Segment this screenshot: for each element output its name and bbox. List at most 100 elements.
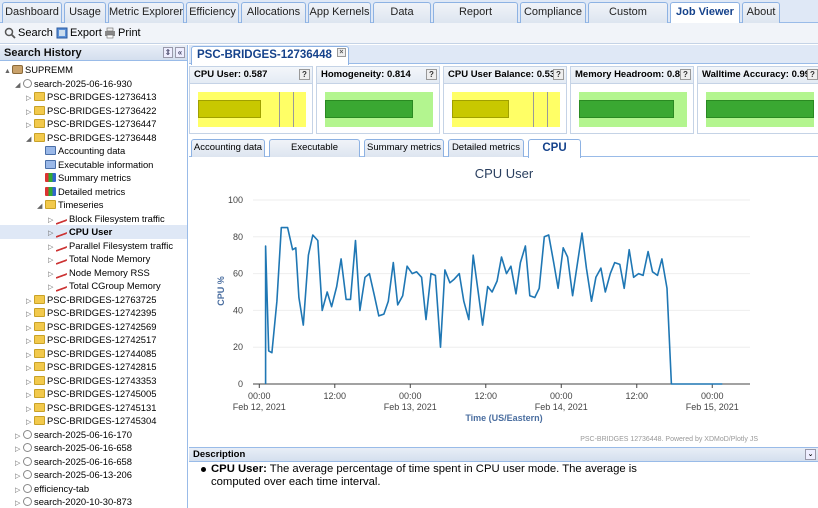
help-icon[interactable]: ? [426,69,437,80]
tree-node[interactable]: Accounting data [37,144,125,158]
gauge-fill [579,100,674,118]
tree-node[interactable]: ▷ PSC-BRIDGES-12736422 [26,104,156,118]
nav-tab-usage[interactable]: Usage [64,2,106,23]
search-icon [23,429,32,439]
nav-tab-job-viewer[interactable]: Job Viewer [670,2,740,24]
y-tick-label: 80 [233,232,243,242]
nav-tab-data-export[interactable]: Data Export [373,2,431,37]
tree-node[interactable]: ▷ PSC-BRIDGES-12745131 [26,401,156,415]
tree-node[interactable]: ▷ search-2025-06-16-170 [15,428,132,442]
subtab-summary-metrics[interactable]: Summary metrics [364,139,444,157]
tree-node-label: search-2020-10-30-873 [34,496,132,507]
tree-node[interactable]: ▷ PSC-BRIDGES-12744085 [26,347,156,361]
export-icon [56,27,68,39]
tree-node-label: Parallel Filesystem traffic [69,239,174,251]
folder-icon [34,105,45,115]
tree-node[interactable]: Detailed metrics [37,185,125,199]
x-tick-date-label: Feb 13, 2021 [384,402,437,412]
gauge-header: Memory Headroom: 0.881? [571,67,693,84]
gauge-label: Homogeneity: 0.814 [321,69,411,80]
tree-node[interactable]: ▷ Total Node Memory [48,252,150,266]
tree-node[interactable]: ▷ Parallel Filesystem traffic [48,239,173,253]
tree-node[interactable]: Executable information [37,158,153,172]
description-body: CPU User: The average percentage of time… [211,463,671,489]
nav-tab-about[interactable]: About [742,2,780,23]
nav-tab-app-kernels[interactable]: App Kernels [308,2,371,23]
pin-icon[interactable]: ⇕ [163,47,173,58]
tree-node[interactable]: ▷ PSC-BRIDGES-12742815 [26,360,156,374]
subtab-executable-information[interactable]: Executable information [269,139,360,169]
tree-node[interactable]: ▷ PSC-BRIDGES-12743353 [26,374,156,388]
tree-node[interactable]: ◢ PSC-BRIDGES-12736448 [26,131,156,145]
tree-node-label: PSC-BRIDGES-12743353 [47,374,157,386]
x-tick-date-label: Feb 14, 2021 [535,402,588,412]
collapse-chevron-icon[interactable]: ⌄ [805,449,816,460]
tree-expander-icon[interactable]: ▲ [4,65,12,79]
tree-node[interactable]: ▷ Block Filesystem traffic [48,212,165,226]
nav-tab-efficiency[interactable]: Efficiency [186,2,239,23]
nav-tab-custom-queries[interactable]: Custom Queries [588,2,668,37]
chart-icon [45,186,56,196]
export-label: Export [70,27,102,39]
gauge-header: CPU User Balance: 0.532? [444,67,566,84]
x-tick-label: 00:00 [701,391,724,401]
nav-tab-metric-explorer[interactable]: Metric Explorer [108,2,184,23]
nav-tab-dashboard[interactable]: Dashboard [2,2,62,23]
tree-node[interactable]: Summary metrics [37,171,131,185]
tree-node[interactable]: ▷ PSC-BRIDGES-12745005 [26,387,156,401]
help-icon[interactable]: ? [807,69,818,80]
tree-expander-icon[interactable]: ◢ [15,79,23,93]
tree-node-label: Detailed metrics [58,185,126,197]
nav-tab-allocations[interactable]: Allocations [241,2,306,23]
close-icon[interactable]: × [336,48,346,57]
subtab-cpu-user[interactable]: CPU User [528,139,581,170]
help-icon[interactable]: ? [299,69,310,80]
tree-node[interactable]: ▷ PSC-BRIDGES-12742569 [26,320,156,334]
tree-node[interactable]: ◢ search-2025-06-16-930 [15,77,132,91]
search-button[interactable]: Search [4,26,53,41]
tree-expander-icon[interactable]: ◢ [26,133,34,147]
subtab-detailed-metrics[interactable]: Detailed metrics [448,139,524,157]
help-icon[interactable]: ? [680,69,691,80]
tree-node[interactable]: ▷ search-2025-06-16-658 [15,441,132,455]
metric-gauge: Walltime Accuracy: 0.999? [697,66,818,134]
tree-node[interactable]: ▷ search-2025-06-16-658 [15,455,132,469]
tree-node[interactable]: ▷ PSC-BRIDGES-12742517 [26,333,156,347]
tree-node[interactable]: ◢ Timeseries [37,198,104,212]
tree-node[interactable]: ▷ PSC-BRIDGES-12736447 [26,117,156,131]
search-history-panel: Search History ⇕ « ▲ SUPREMM ◢ search-2025-… [0,45,188,508]
tree-node[interactable]: ▲ SUPREMM [4,63,73,77]
tree-node[interactable]: ▷ efficiency-tab [15,482,89,496]
collapse-icon[interactable]: « [175,47,185,58]
tree-expander-icon[interactable]: ▷ [15,497,23,508]
job-tab[interactable]: PSC-BRIDGES-12736448 × [191,46,349,65]
main-nav: Dashboard Usage Metric Explorer Efficiency A… [0,0,818,37]
subtab-accounting-data[interactable]: Accounting data [191,139,265,157]
tree-node[interactable]: ▷ search-2025-06-13-206 [15,468,132,482]
print-button[interactable]: Print [104,26,141,41]
nav-tab-compliance[interactable]: Compliance [520,2,586,23]
tree-node[interactable]: ▷ search-2020-10-30-873 [15,495,132,508]
export-button[interactable]: Export [56,26,102,41]
folder-icon [34,92,45,101]
tree-node-label: PSC-BRIDGES-12736422 [47,104,157,116]
tree-node[interactable]: ▷ Node Memory RSS [48,266,150,280]
tree-node[interactable]: ▷ CPU User [0,225,187,239]
help-icon[interactable]: ? [553,69,564,80]
y-tick-label: 40 [233,305,243,315]
tree-node[interactable]: ▷ Total CGroup Memory [48,279,161,293]
ts-icon [56,281,67,293]
tree-node[interactable]: ▷ PSC-BRIDGES-12742395 [26,306,156,320]
tree-node[interactable]: ▷ PSC-BRIDGES-12763725 [26,293,156,307]
y-tick-label: 0 [238,379,243,389]
tree-node-label: PSC-BRIDGES-12763725 [47,293,157,305]
nav-tab-report-generator[interactable]: Report Generator [433,2,518,37]
tree-node[interactable]: ▷ PSC-BRIDGES-12736413 [26,90,156,104]
x-tick-label: 12:00 [324,391,347,401]
metric-gauge: Homogeneity: 0.814? [316,66,440,134]
tree-node-label: Node Memory RSS [69,266,150,278]
tree-node-label: Timeseries [58,199,104,210]
description-term: CPU User: [211,463,267,475]
tree-node[interactable]: ▷ PSC-BRIDGES-12745304 [26,414,156,428]
tree-expander-icon[interactable]: ◢ [37,200,45,214]
